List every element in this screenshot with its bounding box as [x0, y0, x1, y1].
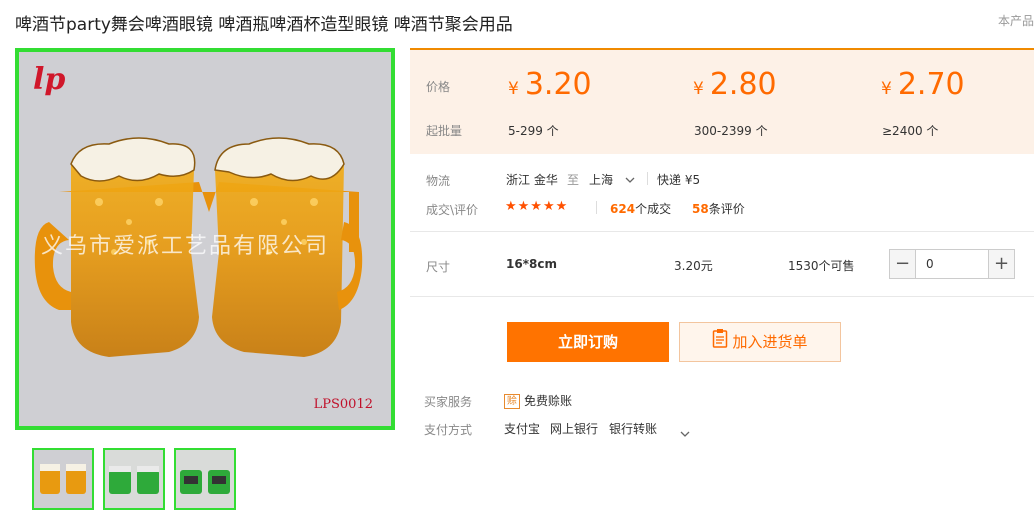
- thumbnail-image: [105, 450, 163, 508]
- tier-3-range: ≥2400 个: [882, 124, 939, 138]
- review-count-number: 58: [692, 202, 709, 216]
- price-tier-1: ¥3.20: [508, 67, 592, 102]
- services-label: 买家服务: [424, 395, 473, 409]
- section-divider: [410, 296, 1034, 297]
- currency-symbol: ¥: [881, 79, 892, 99]
- express-fee: 快递 ¥5: [657, 173, 701, 187]
- thumbnail-image: [176, 450, 234, 508]
- sku-stock: 1530个可售: [788, 259, 855, 273]
- decrement-button[interactable]: −: [890, 250, 916, 278]
- product-tag[interactable]: 本产品: [998, 12, 1034, 29]
- quantity-stepper: − 0 +: [889, 249, 1015, 279]
- deals-label: 成交\评价: [426, 203, 479, 217]
- currency-symbol: ¥: [508, 79, 519, 99]
- payment-method-2: 网上银行: [550, 422, 599, 436]
- increment-button[interactable]: +: [988, 250, 1014, 278]
- tier-1-range: 5-299 个: [508, 124, 559, 138]
- review-count[interactable]: 58条评价: [692, 200, 745, 217]
- add-to-list-label: 加入进货单: [732, 333, 808, 351]
- service-item[interactable]: 赊免费赊账: [504, 392, 572, 409]
- thumbnail-2[interactable]: [103, 448, 165, 510]
- price-tier-2: ¥2.80: [693, 67, 777, 102]
- price-label: 价格: [426, 80, 451, 94]
- thumbnail-image: [40, 464, 86, 494]
- destination-city: 上海: [589, 173, 614, 187]
- payment-method-3: 银行转账: [609, 422, 658, 436]
- review-count-suffix: 条评价: [708, 202, 745, 216]
- payment-label: 支付方式: [424, 423, 473, 437]
- service-item-label: 免费赊账: [524, 394, 573, 408]
- logistics-to: 至: [567, 173, 580, 187]
- rating-stars: ★★★★★: [505, 199, 569, 214]
- watermark-text: 义乌市爱派工艺品有限公司: [41, 234, 330, 259]
- size-value: 16*8cm: [506, 257, 557, 271]
- deal-count-suffix: 个成交: [635, 202, 672, 216]
- divider: [596, 201, 597, 214]
- price-tier-3: ¥2.70: [881, 67, 965, 102]
- moq-label: 起批量: [426, 124, 463, 138]
- main-product-image[interactable]: lp 义乌市爱派工艺品有限公司 LPS0012: [15, 48, 395, 430]
- divider: [647, 172, 648, 185]
- chevron-down-icon: [625, 173, 635, 187]
- currency-symbol: ¥: [693, 79, 704, 99]
- sku-price: 3.20元: [674, 259, 713, 273]
- clipboard-icon: [712, 324, 728, 362]
- thumbnail-1[interactable]: [32, 448, 94, 510]
- credit-icon: 赊: [504, 394, 520, 409]
- deal-count[interactable]: 624个成交: [610, 200, 671, 217]
- size-label: 尺寸: [426, 260, 451, 274]
- chevron-down-icon[interactable]: [680, 423, 690, 442]
- brand-logo: lp: [33, 62, 66, 97]
- logistics-origin: 浙江 金华: [506, 173, 558, 187]
- price-value: 2.80: [709, 67, 777, 102]
- section-divider: [410, 231, 1034, 232]
- price-value: 3.20: [524, 67, 592, 102]
- product-code: LPS0012: [313, 397, 373, 412]
- product-title: 啤酒节party舞会啤酒眼镜 啤酒瓶啤酒杯造型眼镜 啤酒节聚会用品: [15, 15, 513, 35]
- logistics-destination[interactable]: 上海: [589, 171, 635, 188]
- deal-count-number: 624: [610, 202, 636, 216]
- thumbnail-3[interactable]: [174, 448, 236, 510]
- add-to-list-button[interactable]: 加入进货单: [679, 322, 841, 362]
- logistics-label: 物流: [426, 174, 451, 188]
- quantity-input[interactable]: 0: [918, 250, 986, 278]
- price-value: 2.70: [897, 67, 965, 102]
- tier-2-range: 300-2399 个: [694, 124, 768, 138]
- payment-method-1: 支付宝: [504, 422, 541, 436]
- buy-now-button[interactable]: 立即订购: [507, 322, 669, 362]
